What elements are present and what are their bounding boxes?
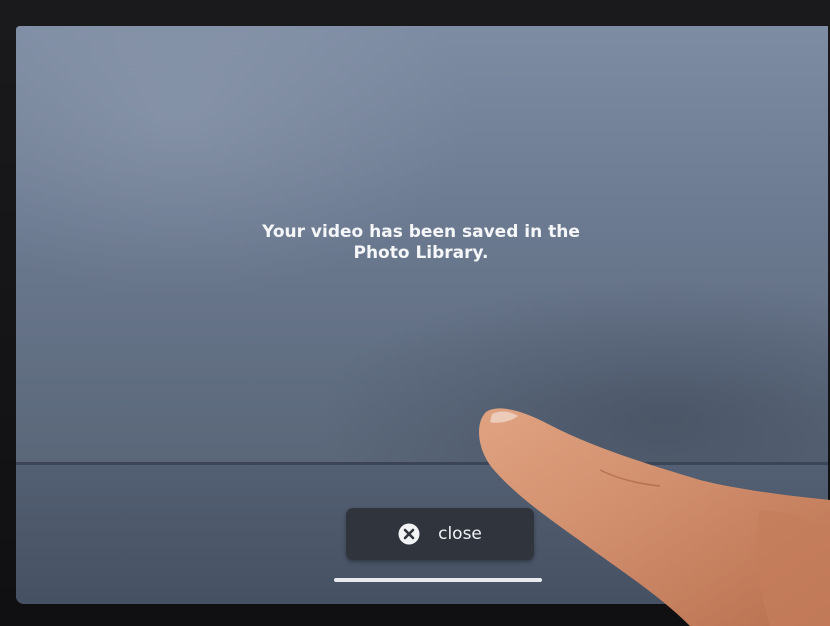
close-button-label: close (438, 524, 482, 544)
close-button[interactable]: close (346, 508, 534, 560)
tablet-screen: Your video has been saved in the Photo L… (16, 26, 828, 604)
photo-frame: Your video has been saved in the Photo L… (0, 0, 830, 626)
close-icon (398, 523, 420, 545)
home-indicator[interactable] (334, 578, 542, 582)
saved-message: Your video has been saved in the Photo L… (262, 222, 580, 263)
